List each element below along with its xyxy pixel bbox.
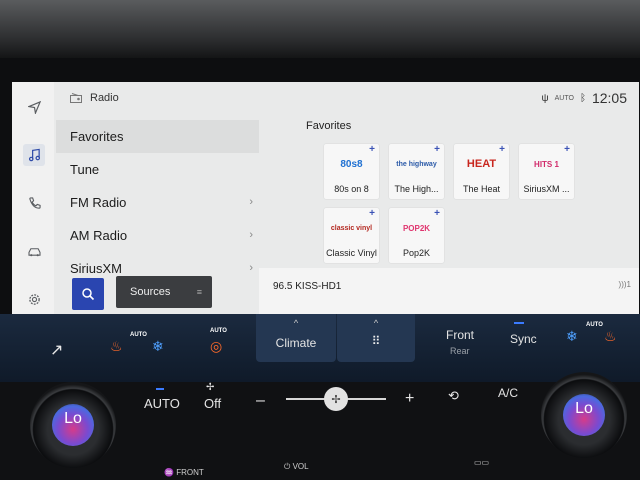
favorites-title: Favorites xyxy=(306,120,352,132)
phone-icon[interactable] xyxy=(23,192,45,214)
menu-lines-icon: ≡ xyxy=(196,287,202,297)
menu-item-fm-radio[interactable]: FM Radio › xyxy=(56,186,259,219)
seat-ventilation-icon[interactable]: ❄ xyxy=(152,338,164,355)
auto-badge: AUTO xyxy=(210,328,227,334)
menu-item-label: Favorites xyxy=(70,129,124,144)
left-temp-knob[interactable]: Lo xyxy=(30,382,116,468)
physical-controls: Lo Lo AUTO ✢ Off – + ⟲ A/C ♒ FRONT ⏻ VOL… xyxy=(0,372,640,480)
hd-channel: 1 xyxy=(626,280,631,289)
fan-decrease-button[interactable]: – xyxy=(256,392,265,410)
chevron-right-icon: › xyxy=(249,229,253,241)
sync-indicator xyxy=(514,322,524,324)
seat-airflow-icon[interactable]: ↗ xyxy=(50,340,63,360)
status-auto-badge: AUTO xyxy=(554,94,574,102)
tile-label: 80s on 8 xyxy=(334,184,369,194)
chevron-up-icon: ^ xyxy=(293,318,299,328)
chevron-right-icon: › xyxy=(249,262,253,274)
seat-heater-icon[interactable]: ♨ xyxy=(604,328,617,345)
front-label[interactable]: Front xyxy=(446,328,474,342)
more-menu-button[interactable]: ^ ⠿ xyxy=(337,314,415,362)
sync-label[interactable]: Sync xyxy=(510,332,537,346)
tile-label: SiriusXM ... xyxy=(523,184,570,194)
auto-indicator xyxy=(156,388,164,390)
sources-label: Sources xyxy=(130,286,171,298)
menu-item-label: FM Radio xyxy=(70,195,127,210)
radio-menu: Favorites Tune FM Radio › AM Radio › Siriu… xyxy=(56,120,259,285)
menu-item-label: AM Radio xyxy=(70,228,128,243)
auto-badge: AUTO xyxy=(130,332,147,338)
ac-button[interactable]: A/C xyxy=(498,386,518,400)
seat-ventilation-icon[interactable]: ❄ xyxy=(566,328,578,345)
signal-icon: ψ xyxy=(541,92,549,104)
station-logo: POP2K xyxy=(402,223,431,233)
bluetooth-icon: ᛒ xyxy=(579,92,586,104)
fan-icon: ✢ xyxy=(206,382,215,393)
recirculation-icon[interactable]: ⟲ xyxy=(448,388,459,404)
car-icon[interactable] xyxy=(23,240,45,262)
dashboard-bezel xyxy=(0,0,640,58)
tile-label: The High... xyxy=(394,184,439,194)
right-temp-value: Lo xyxy=(575,400,593,417)
menu-item-am-radio[interactable]: AM Radio › xyxy=(56,219,259,252)
music-icon[interactable] xyxy=(23,144,45,166)
menu-item-tune[interactable]: Tune xyxy=(56,153,259,186)
favorite-tile-pop2k[interactable]: + POP2K Pop2K xyxy=(389,208,444,263)
app-rail xyxy=(12,82,54,314)
steering-heater-icon[interactable]: ◎ xyxy=(210,338,222,355)
hd-indicator-icon: )))1 xyxy=(618,280,631,289)
auto-badge: AUTO xyxy=(586,322,603,328)
rear-label[interactable]: Rear xyxy=(450,346,470,356)
favorite-tile-80s-on-8[interactable]: + 80s8 80s on 8 xyxy=(324,144,379,199)
chevron-up-icon: ^ xyxy=(373,318,379,328)
sources-button[interactable]: Sources ≡ xyxy=(116,276,212,308)
fan-increase-button[interactable]: + xyxy=(405,390,414,408)
navigation-icon[interactable] xyxy=(23,96,45,118)
infotainment-screen: Radio ψ AUTO ᛒ 12:05 Favorites Tune FM R… xyxy=(12,82,639,314)
station-logo: 80s8 xyxy=(340,158,363,170)
right-temp-knob[interactable]: Lo xyxy=(541,372,627,458)
tile-label: The Heat xyxy=(462,184,501,194)
climate-label: Climate xyxy=(275,336,317,350)
climate-bar: ↗ AUTO ♨ ❄ AUTO ◎ ^ Climate ^ ⠿ Front Re… xyxy=(0,314,640,382)
seat-heater-icon[interactable]: ♨ xyxy=(110,338,123,355)
menu-item-label: SiriusXM xyxy=(70,261,123,276)
station-logo: the highway xyxy=(396,160,437,168)
search-icon xyxy=(82,288,95,301)
settings-gear-icon[interactable] xyxy=(23,288,45,310)
favorite-tile-the-heat[interactable]: + HEAT The Heat xyxy=(454,144,509,199)
search-button[interactable] xyxy=(72,278,104,310)
volume-label: VOL xyxy=(292,462,309,471)
now-playing-bar[interactable]: 96.5 KISS-HD1 )))1 xyxy=(259,268,639,314)
station-logo: HITS 1 xyxy=(534,159,559,169)
favorite-tile-classic-vinyl[interactable]: + classic vinyl Classic Vinyl xyxy=(324,208,379,263)
auto-button[interactable]: AUTO xyxy=(144,396,180,411)
off-button[interactable]: Off xyxy=(204,396,221,411)
front-defrost-button[interactable]: ♒ FRONT xyxy=(164,468,204,477)
clock: 12:05 xyxy=(591,90,627,106)
station-logo: classic vinyl xyxy=(330,224,373,232)
media-buttons-icon[interactable]: ▭▭ xyxy=(474,458,489,467)
front-defrost-label: FRONT xyxy=(176,468,204,477)
radio-icon xyxy=(70,93,82,103)
volume-button[interactable]: ⏻ VOL xyxy=(284,462,309,472)
power-icon: ⏻ xyxy=(284,462,293,471)
favorite-tile-the-highway[interactable]: + the highway The High... xyxy=(389,144,444,199)
chevron-right-icon: › xyxy=(249,196,253,208)
menu-item-label: Tune xyxy=(70,162,100,177)
favorite-tile-siriusxm-hits1[interactable]: + HITS 1 SiriusXM ... xyxy=(519,144,574,199)
tile-label: Classic Vinyl xyxy=(326,248,377,258)
left-temp-value: Lo xyxy=(64,410,82,427)
tile-label: Pop2K xyxy=(402,248,431,258)
fan-speed-handle[interactable]: ✢ xyxy=(324,387,348,411)
status-bar: ψ AUTO ᛒ 12:05 xyxy=(541,90,627,106)
now-playing-station: 96.5 KISS-HD1 xyxy=(273,281,342,292)
station-logo: HEAT xyxy=(466,158,497,170)
page-title: Radio xyxy=(90,92,119,104)
fan-icon: ✢ xyxy=(331,393,341,406)
climate-button[interactable]: ^ Climate xyxy=(256,314,336,362)
grid-dots-icon: ⠿ xyxy=(371,334,381,348)
menu-item-favorites[interactable]: Favorites xyxy=(56,120,259,153)
defrost-icon: ♒ xyxy=(164,468,177,477)
